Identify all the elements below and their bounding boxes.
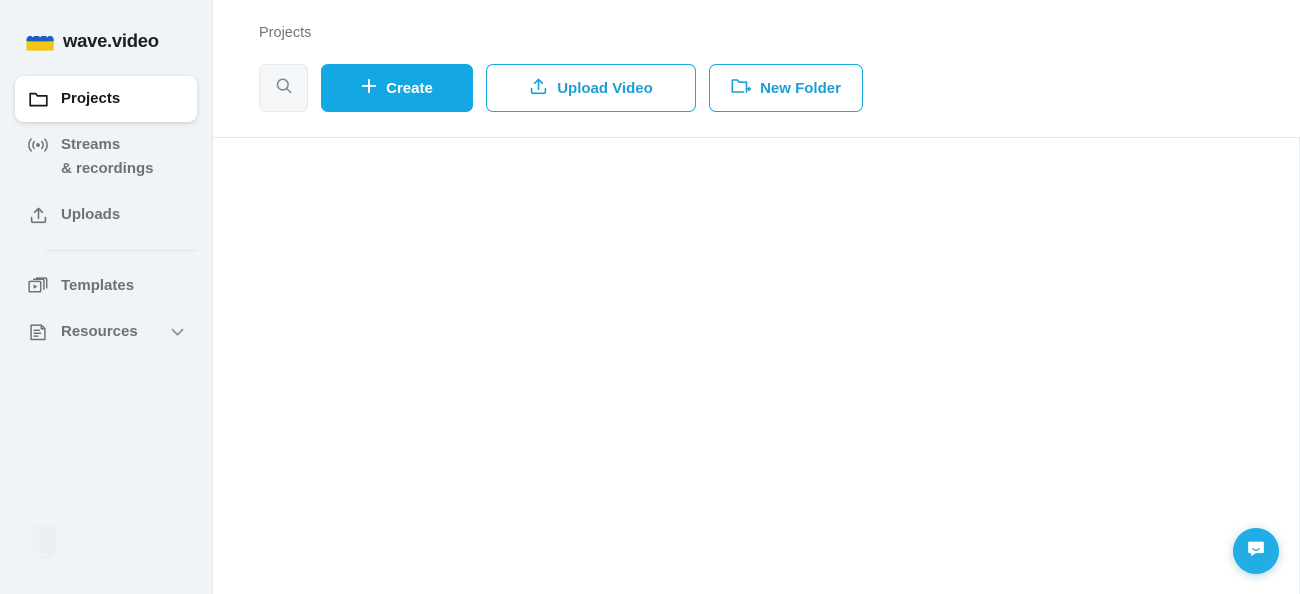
sidebar-item-streams[interactable]: Streams & recordings <box>15 122 197 192</box>
broadcast-icon <box>27 134 49 156</box>
app-root: wave.video Projects Streams & recordings… <box>0 0 1300 594</box>
create-button[interactable]: Create <box>321 64 473 112</box>
brand-name: wave.video <box>63 30 159 51</box>
sidebar-placeholder-icon <box>28 522 62 562</box>
upload-video-button[interactable]: Upload Video <box>486 64 696 112</box>
sidebar-divider <box>45 250 197 251</box>
upload-icon <box>27 204 49 226</box>
create-button-label: Create <box>386 79 433 97</box>
breadcrumb: Projects <box>259 25 312 41</box>
chat-launcher-button[interactable] <box>1233 528 1279 574</box>
sidebar-item-projects[interactable]: Projects <box>15 76 197 122</box>
sidebar: wave.video Projects Streams & recordings… <box>0 0 213 594</box>
document-icon <box>27 321 49 343</box>
wave-w-logo-icon <box>26 32 54 51</box>
sidebar-item-label: Resources <box>61 323 138 340</box>
search-icon <box>275 77 293 100</box>
new-folder-button[interactable]: New Folder <box>709 64 863 112</box>
sidebar-item-templates[interactable]: Templates <box>15 263 197 309</box>
projects-content-area <box>213 137 1300 594</box>
sidebar-item-uploads[interactable]: Uploads <box>15 192 197 238</box>
new-folder-icon <box>731 77 752 99</box>
sidebar-item-label: Templates <box>61 277 135 294</box>
main-area: Projects Create Upload Video New Folder <box>213 0 1300 594</box>
sidebar-item-label: Uploads <box>61 206 121 223</box>
search-button[interactable] <box>259 64 308 112</box>
new-folder-button-label: New Folder <box>760 79 841 97</box>
sidebar-item-label: Projects <box>61 90 121 107</box>
brand-logo-area[interactable]: wave.video <box>0 0 212 58</box>
folder-icon <box>27 88 49 110</box>
templates-icon <box>27 275 49 297</box>
page-header: Projects Create Upload Video New Folder <box>213 0 1300 137</box>
upload-video-button-label: Upload Video <box>557 79 653 97</box>
chat-smile-icon <box>1244 537 1268 566</box>
sidebar-item-label: Streams & recordings <box>61 136 154 177</box>
upload-icon <box>529 77 548 100</box>
sidebar-nav: Projects Streams & recordings Uploads Te… <box>0 76 212 355</box>
toolbar: Create Upload Video New Folder <box>213 41 1300 112</box>
sidebar-item-resources[interactable]: Resources <box>15 309 197 355</box>
chevron-down-icon[interactable] <box>169 324 185 340</box>
plus-icon <box>361 78 377 98</box>
